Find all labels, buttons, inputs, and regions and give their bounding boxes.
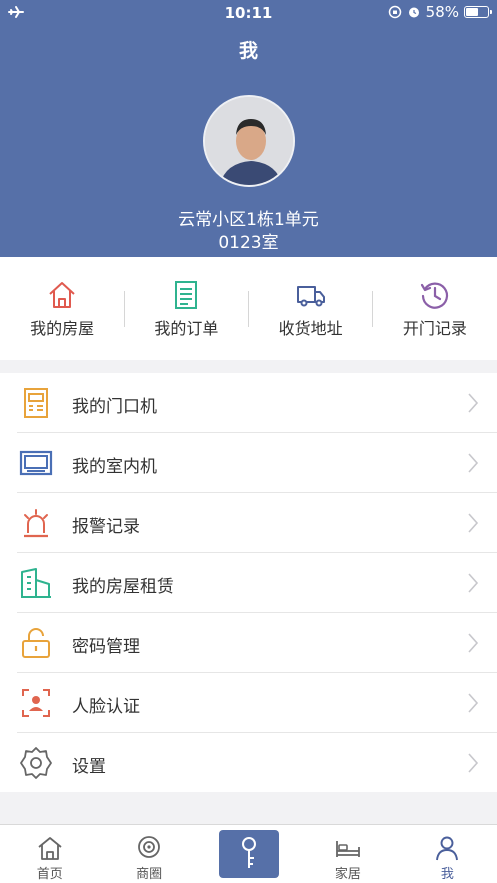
chevron-right-icon xyxy=(468,573,479,593)
quick-label: 我的房屋 xyxy=(30,319,95,338)
menu-indoor-monitor[interactable]: 我的室内机 xyxy=(0,433,497,493)
quick-my-orders[interactable]: 我的订单 xyxy=(124,257,248,360)
settings-menu: 我的门口机 我的室内机 报警记录 我的房屋租赁 密码管理 人脸认证 设置 xyxy=(0,373,497,792)
menu-label: 我的房屋租赁 xyxy=(72,577,174,597)
address-line: 云常小区1栋1单元 xyxy=(178,210,319,230)
menu-house-rental[interactable]: 我的房屋租赁 xyxy=(0,553,497,613)
quick-door-log[interactable]: 开门记录 xyxy=(373,257,497,360)
menu-password[interactable]: 密码管理 xyxy=(0,613,497,673)
door-intercom-icon xyxy=(24,388,48,418)
quick-actions: 我的房屋 我的订单 收货地址 开门记录 xyxy=(0,257,497,360)
divider xyxy=(248,291,249,327)
chevron-right-icon xyxy=(468,693,479,713)
menu-face-verification[interactable]: 人脸认证 xyxy=(0,673,497,733)
delivery-truck-icon xyxy=(296,286,325,307)
tab-business-district[interactable]: 商圈 xyxy=(99,825,198,883)
location-target-icon xyxy=(138,836,161,858)
person-icon xyxy=(436,836,459,861)
chevron-right-icon xyxy=(468,753,479,773)
orientation-lock-icon xyxy=(388,5,401,19)
building-rental-icon xyxy=(21,568,51,598)
menu-label: 设置 xyxy=(72,757,106,777)
tab-label: 商圈 xyxy=(136,867,163,882)
tab-label: 家居 xyxy=(334,867,361,882)
tab-key-unlock[interactable] xyxy=(219,830,279,878)
bed-icon xyxy=(336,841,360,857)
menu-label: 报警记录 xyxy=(72,517,140,537)
order-list-icon xyxy=(175,281,198,309)
room-number: 0123室 xyxy=(218,233,279,253)
chevron-right-icon xyxy=(468,513,479,533)
quick-delivery-address[interactable]: 收货地址 xyxy=(249,257,373,360)
menu-label: 我的室内机 xyxy=(72,457,157,477)
chevron-right-icon xyxy=(468,453,479,473)
menu-settings[interactable]: 设置 xyxy=(0,733,497,793)
key-icon xyxy=(242,837,256,868)
chevron-right-icon xyxy=(468,633,479,653)
menu-label: 我的门口机 xyxy=(72,397,157,417)
gear-icon xyxy=(20,747,52,779)
tab-me[interactable]: 我 xyxy=(398,825,497,883)
quick-label: 我的订单 xyxy=(154,319,219,338)
battery-icon xyxy=(464,6,492,18)
avatar[interactable] xyxy=(203,95,295,187)
quick-label: 开门记录 xyxy=(402,319,467,338)
house-icon xyxy=(49,282,75,308)
indoor-monitor-icon xyxy=(19,450,53,476)
tab-home[interactable]: 首页 xyxy=(0,825,99,883)
menu-alarm-records[interactable]: 报警记录 xyxy=(0,493,497,553)
menu-door-intercom[interactable]: 我的门口机 xyxy=(0,373,497,433)
menu-label: 密码管理 xyxy=(72,637,140,657)
page-title: 我 xyxy=(238,40,258,62)
profile-header: 10:11 58% 我 云常小区1栋1单元 0123室 xyxy=(0,0,497,257)
status-bar: 10:11 58% xyxy=(0,0,497,26)
tab-label: 首页 xyxy=(36,867,63,882)
menu-label: 人脸认证 xyxy=(72,697,140,717)
battery-percent: 58% xyxy=(425,3,459,21)
quick-my-house[interactable]: 我的房屋 xyxy=(0,257,124,360)
alarm-clock-icon xyxy=(408,7,419,18)
tab-label: 我 xyxy=(440,867,454,882)
tab-home-furnishing[interactable]: 家居 xyxy=(298,825,397,883)
divider xyxy=(124,291,125,327)
face-scan-icon xyxy=(22,689,50,717)
padlock-icon xyxy=(22,628,50,658)
divider xyxy=(372,291,373,327)
home-icon xyxy=(38,837,62,860)
quick-label: 收货地址 xyxy=(278,319,343,338)
alarm-light-icon xyxy=(24,509,48,538)
chevron-right-icon xyxy=(468,393,479,413)
history-clock-icon xyxy=(420,282,448,309)
